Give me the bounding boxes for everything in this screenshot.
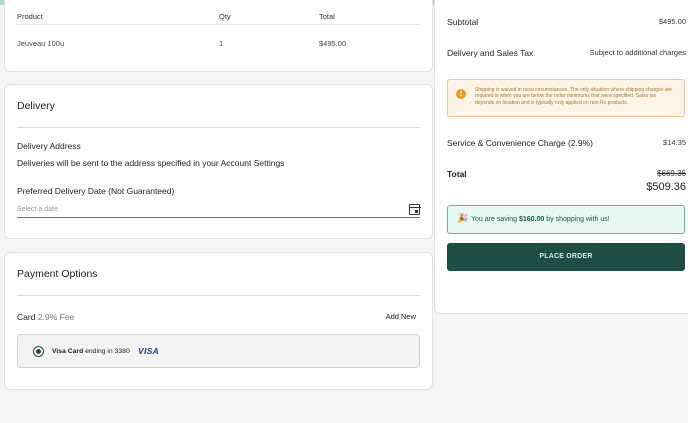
savings-amount: $160.00 <box>519 216 545 223</box>
place-order-button[interactable]: PLACE ORDER <box>447 243 685 271</box>
delivery-address-text: Deliveries will be sent to the address s… <box>17 158 285 168</box>
service-charge-label: Service & Convenience Charge (2.9%) <box>447 138 593 148</box>
calendar-icon[interactable] <box>408 204 421 215</box>
delivery-title: Delivery <box>17 100 55 112</box>
shipping-notice-text: Shipping is waived in most circumstances… <box>475 87 672 106</box>
total-label: Total <box>447 169 467 179</box>
delivery-address-label: Delivery Address <box>17 141 81 151</box>
delivery-card: Delivery Delivery Address Deliveries wil… <box>4 84 433 239</box>
shipping-notice: ! Shipping is waived in most circumstanc… <box>447 79 685 117</box>
row-total: $495.00 <box>319 39 347 48</box>
payment-method-option[interactable]: Visa Card ending in 3380 VISA <box>17 334 420 368</box>
payment-options-card: Payment Options Card 2.9% Fee Add New Vi… <box>4 252 433 390</box>
card-label-text: Card <box>17 312 36 322</box>
row-qty: 1 <box>219 39 224 48</box>
payment-method-text: Visa Card ending in 3380 <box>52 348 130 355</box>
subtotal-value: $495.00 <box>658 17 686 26</box>
savings-prefix: You are saving <box>471 216 518 223</box>
visa-logo: VISA <box>138 346 160 356</box>
total-value: $509.36 <box>646 181 686 193</box>
row-product: Jeuveau 100u <box>17 39 65 48</box>
card-fee: 2.9% Fee <box>37 312 75 322</box>
column-header-total: Total <box>319 12 335 21</box>
service-charge-value: $14.35 <box>663 138 686 147</box>
payment-title: Payment Options <box>17 268 98 280</box>
delivery-tax-value: Subject to additional charges <box>589 48 686 57</box>
savings-text: You are saving $160.00 by shopping with … <box>471 216 610 223</box>
savings-suffix: by shopping with us! <box>546 216 610 223</box>
card-ending: ending in 3380 <box>85 348 130 355</box>
warning-icon: ! <box>456 89 466 99</box>
add-new-card-button[interactable]: Add New <box>386 312 416 321</box>
delivery-date-input[interactable]: Select a date <box>17 201 421 218</box>
delivery-date-label: Preferred Delivery Date (Not Guaranteed) <box>17 186 175 196</box>
payment-radio[interactable] <box>33 346 44 357</box>
card-name: Visa Card <box>52 348 84 355</box>
delivery-tax-label: Delivery and Sales Tax <box>447 48 534 58</box>
column-header-product: Product <box>17 12 43 21</box>
order-summary-card: Subtotal $495.00 Delivery and Sales Tax … <box>434 0 688 314</box>
total-original-price: $669.36 <box>657 169 686 178</box>
party-popper-icon: 🎉 <box>457 213 469 223</box>
card-label: Card 2.9% Fee <box>17 312 74 322</box>
order-items-card: Product Qty Total Jeuveau 100u 1 $495.00 <box>4 0 433 72</box>
date-placeholder: Select a date <box>17 206 58 213</box>
column-header-qty: Qty <box>219 12 231 21</box>
divider <box>17 295 420 296</box>
savings-banner: 🎉 You are saving $160.00 by shopping wit… <box>447 205 685 234</box>
header-divider <box>17 24 420 25</box>
subtotal-label: Subtotal <box>447 17 479 27</box>
divider <box>17 127 420 128</box>
